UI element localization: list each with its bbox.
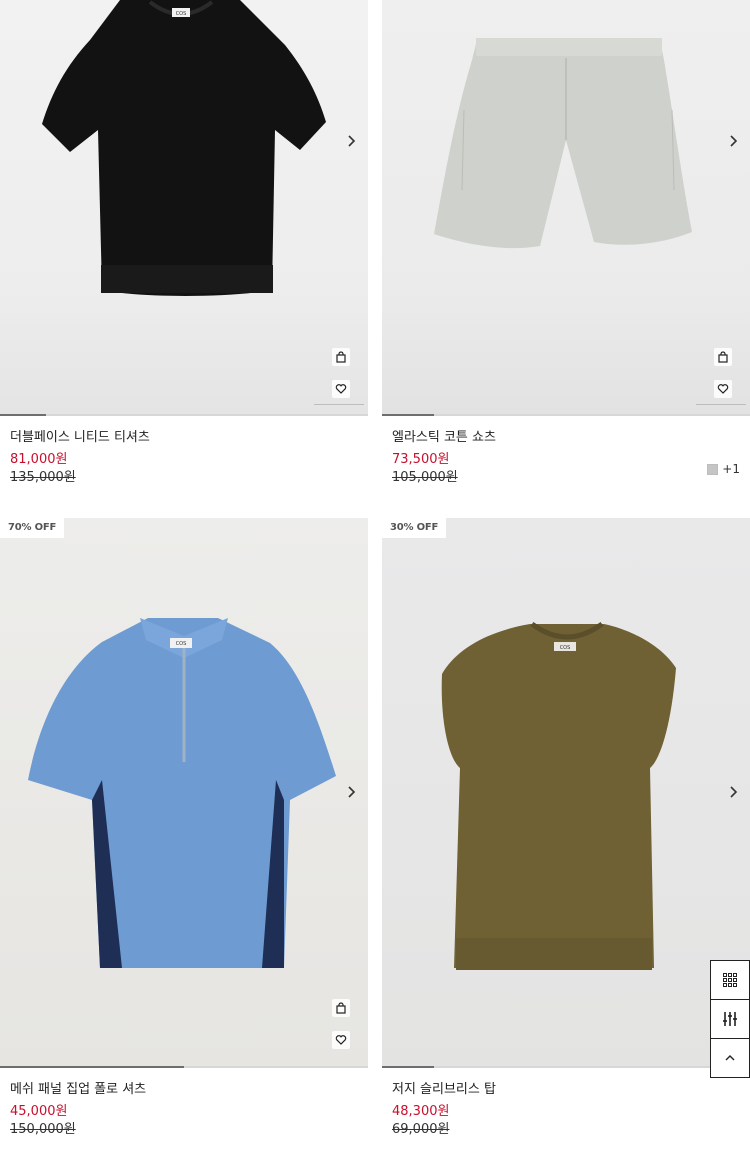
product-card[interactable]: 엘라스틱 코튼 쇼츠 73,500원 105,000원 +1 [382, 0, 750, 487]
discount-badge: 70% OFF [0, 518, 65, 538]
product-info: 저지 슬리브리스 탑 48,300원 69,000원 [382, 1068, 750, 1139]
image-indicator [696, 404, 746, 412]
product-info: 더블페이스 니티드 티셔츠 81,000원 135,000원 [0, 416, 368, 487]
chevron-up-icon[interactable] [710, 1038, 750, 1078]
product-info: 엘라스틱 코튼 쇼츠 73,500원 105,000원 +1 [382, 416, 750, 487]
original-price: 105,000원 [392, 470, 458, 485]
sale-price: 81,000원 [10, 452, 68, 467]
product-image-carousel[interactable]: COS 30% OFF [382, 518, 750, 1068]
grey-shorts-image [434, 38, 692, 249]
floating-toolbar [710, 960, 750, 1078]
shopping-bag-icon[interactable] [714, 348, 732, 366]
blue-zip-polo-image: COS [28, 618, 336, 968]
product-name[interactable]: 저지 슬리브리스 탑 [392, 1082, 740, 1099]
chevron-right-icon[interactable] [724, 783, 742, 801]
original-price: 150,000원 [10, 1122, 76, 1137]
sale-price: 48,300원 [392, 1104, 450, 1119]
color-swatch[interactable] [707, 463, 719, 475]
shopping-bag-icon[interactable] [332, 999, 350, 1017]
heart-icon[interactable] [332, 1031, 350, 1049]
product-name[interactable]: 더블페이스 니티드 티셔츠 [10, 430, 358, 447]
filter-sliders-icon[interactable] [710, 999, 750, 1039]
more-colors-count: +1 [722, 462, 740, 476]
black-knit-tshirt-image: COS [42, 0, 326, 296]
chevron-right-icon[interactable] [724, 132, 742, 150]
chevron-right-icon[interactable] [342, 132, 360, 150]
brand-label: COS [176, 641, 187, 647]
original-price: 135,000원 [10, 470, 76, 485]
shopping-bag-icon[interactable] [332, 348, 350, 366]
olive-sleeveless-top-image: COS [441, 621, 676, 970]
product-card[interactable]: COS 더블페이스 니티드 티셔츠 81,000원 135,000원 [0, 0, 368, 487]
product-image-carousel[interactable]: COS [0, 0, 368, 416]
image-indicator [314, 404, 364, 412]
product-card[interactable]: COS 30% OFF 저지 슬리브리스 탑 48,300원 69,000원 [382, 518, 750, 1139]
chevron-right-icon[interactable] [342, 783, 360, 801]
sale-price: 73,500원 [392, 452, 450, 467]
product-image-carousel[interactable]: COS 70% OFF [0, 518, 368, 1068]
color-swatches[interactable]: +1 [707, 462, 740, 476]
product-name[interactable]: 메쉬 패널 집업 폴로 셔츠 [10, 1082, 358, 1099]
sale-price: 45,000원 [10, 1104, 68, 1119]
original-price: 69,000원 [392, 1122, 450, 1137]
product-card[interactable]: COS 70% OFF 메쉬 패널 집업 폴로 셔츠 45,000원 150,0… [0, 518, 368, 1139]
product-info: 메쉬 패널 집업 폴로 셔츠 45,000원 150,000원 [0, 1068, 368, 1139]
heart-icon[interactable] [332, 380, 350, 398]
discount-badge: 30% OFF [382, 518, 447, 538]
brand-label: COS [176, 11, 187, 17]
brand-label: COS [560, 645, 571, 651]
grid-view-icon[interactable] [710, 960, 750, 1000]
heart-icon[interactable] [714, 380, 732, 398]
product-name[interactable]: 엘라스틱 코튼 쇼츠 [392, 430, 740, 447]
product-image-carousel[interactable] [382, 0, 750, 416]
